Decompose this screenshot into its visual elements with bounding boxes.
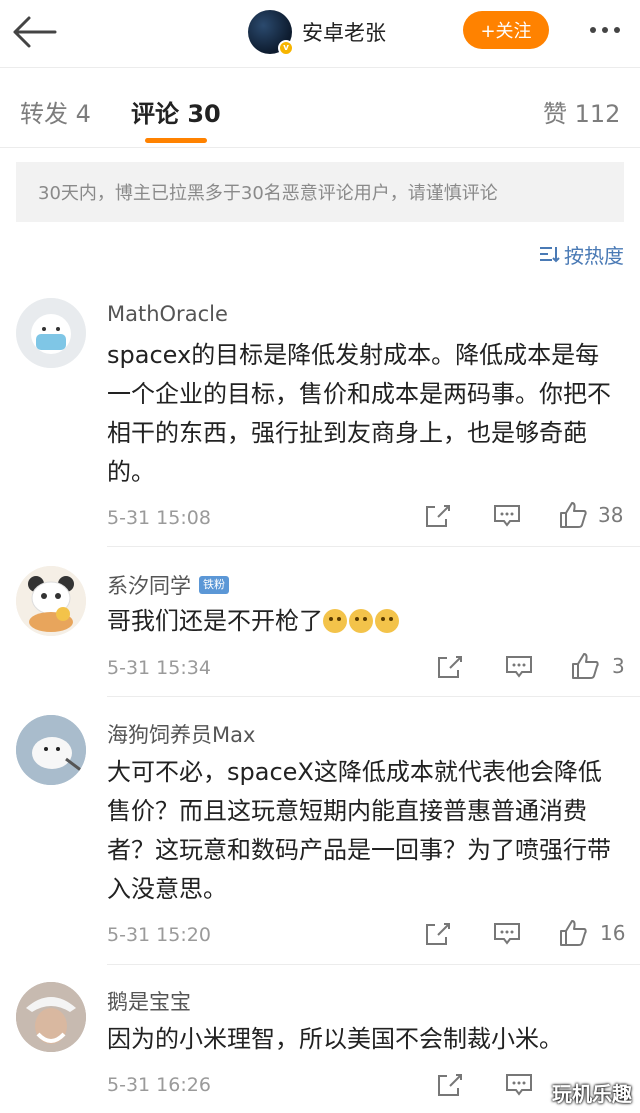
share-icon [426, 505, 450, 527]
share-icon [426, 923, 450, 945]
share-icon [438, 656, 462, 678]
sort-toggle[interactable]: 按热度 [538, 240, 624, 268]
fan-badge: 铁粉 [199, 576, 229, 594]
divider [107, 546, 640, 547]
like-button[interactable]: 38 [558, 501, 623, 529]
comment-text: 大可不必，spaceX这降低成本就代表他会降低售价？而且这玩意短期内能直接普惠普… [107, 758, 611, 903]
comment-icon [506, 1074, 532, 1096]
back-button[interactable] [10, 12, 58, 52]
active-tab-indicator [145, 138, 207, 143]
like-button[interactable]: 16 [558, 919, 625, 947]
dot-icon [590, 27, 596, 33]
sort-icon [540, 247, 560, 263]
reply-button[interactable] [492, 503, 522, 529]
user-avatar[interactable] [16, 298, 86, 368]
bird-avatar-icon [16, 715, 86, 785]
comment-text: spacex的目标是降低发射成本。降低成本是每一个企业的目标，售价和成本是两码事… [107, 341, 611, 486]
dot-icon [614, 27, 620, 33]
top-bar: v 安卓老张 +关注 [0, 0, 640, 68]
mask-face-icon [16, 298, 86, 368]
comment-icon [506, 656, 532, 678]
arrow-left-icon [13, 16, 57, 48]
like-count: 16 [600, 921, 626, 945]
share-button[interactable] [436, 1072, 464, 1098]
comment-time: 5-31 15:20 [107, 924, 211, 946]
comment-author[interactable]: 系汐同学 铁粉 [107, 570, 229, 600]
author-info[interactable]: v 安卓老张 [248, 10, 386, 56]
follow-button[interactable]: +关注 [463, 11, 549, 49]
sort-label: 按热度 [564, 243, 624, 268]
watermark: 玩机乐趣 [552, 1082, 632, 1106]
doge-emoji-icon [375, 609, 399, 633]
comment-text: 因为的小米理智，所以美国不会制裁小米。 [107, 1025, 563, 1053]
user-avatar[interactable] [16, 566, 86, 636]
tab-comments[interactable]: 评论 30 [131, 94, 221, 129]
share-button[interactable] [436, 654, 464, 680]
user-avatar[interactable] [16, 715, 86, 785]
comment-time: 5-31 16:26 [107, 1074, 211, 1096]
author-name[interactable]: 安卓老张 [302, 17, 386, 47]
comment-author[interactable]: MathOracle [107, 302, 228, 326]
reply-button[interactable] [504, 1072, 534, 1098]
tab-bar: 转发 4 评论 30 赞 112 [0, 68, 640, 148]
comment-icon [494, 923, 520, 945]
like-button[interactable]: 3 [570, 652, 625, 680]
divider [107, 696, 640, 697]
doge-emoji-icon [323, 609, 347, 633]
anime-avatar-icon [16, 982, 86, 1052]
thumbs-up-icon [560, 920, 587, 946]
comment-author[interactable]: 海狗饲养员Max [107, 719, 255, 749]
verified-icon: v [278, 40, 294, 56]
panda-avatar-icon [16, 566, 86, 636]
comment-text: 哥我们还是不开枪了 [107, 602, 622, 641]
tab-reposts[interactable]: 转发 4 [20, 94, 91, 129]
thumbs-up-icon [560, 502, 587, 528]
reply-button[interactable] [504, 654, 534, 680]
author-avatar[interactable]: v [248, 10, 294, 56]
comment-time: 5-31 15:08 [107, 507, 211, 529]
share-button[interactable] [424, 503, 452, 529]
share-button[interactable] [424, 921, 452, 947]
comment-icon [494, 505, 520, 527]
tab-likes[interactable]: 赞 112 [543, 94, 620, 129]
like-count: 38 [598, 503, 624, 527]
thumbs-up-icon [572, 653, 599, 679]
reply-button[interactable] [492, 921, 522, 947]
doge-emoji-icon [349, 609, 373, 633]
dot-icon [602, 27, 608, 33]
comment-time: 5-31 15:34 [107, 657, 211, 679]
comment-author[interactable]: 鹅是宝宝 [107, 986, 191, 1016]
divider [107, 964, 640, 965]
share-icon [438, 1074, 462, 1096]
more-options-button[interactable] [580, 14, 630, 46]
user-avatar[interactable] [16, 982, 86, 1052]
like-count: 3 [612, 654, 625, 678]
comment-notice: 30天内，博主已拉黑多于30名恶意评论用户，请谨慎评论 [16, 162, 624, 222]
